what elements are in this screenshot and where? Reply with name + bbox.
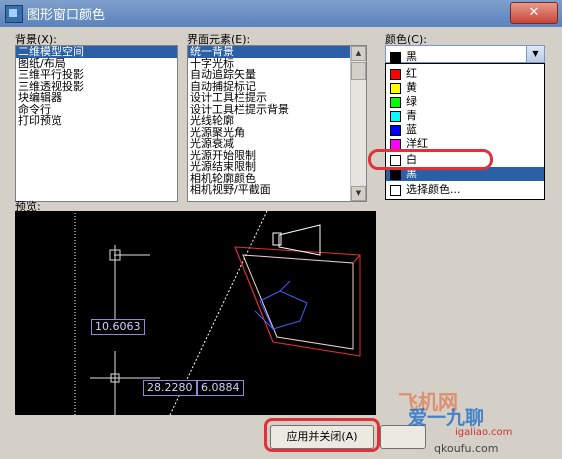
elements-scrollbar[interactable]: ▲ ▼ bbox=[350, 46, 366, 201]
background-listbox[interactable]: 二维模型空间 图纸/布局 三维平行投影 三维透视投影 块编辑器 命令行 打印预览 bbox=[15, 45, 178, 202]
dimension-input-3: 6.0884 bbox=[197, 380, 244, 396]
color-option[interactable]: 青 bbox=[386, 109, 544, 123]
background-item[interactable]: 打印预览 bbox=[16, 115, 177, 127]
scroll-up-icon[interactable]: ▲ bbox=[351, 46, 366, 61]
dimension-input-2: 28.2280 bbox=[143, 380, 197, 396]
light-frustum-inner bbox=[242, 254, 354, 350]
color-option-label: 选择颜色... bbox=[406, 183, 461, 196]
interface-element-item[interactable]: 统一背景 bbox=[188, 46, 350, 58]
color-option-label: 蓝 bbox=[406, 123, 417, 136]
interface-elements-listbox[interactable]: 统一背景 十字光标 自动追踪矢量 自动捕捉标记 设计工具栏提示 设计工具栏提示背景 光线轮廓… bbox=[187, 45, 367, 202]
close-button[interactable]: ✕ bbox=[510, 2, 558, 24]
color-option-label: 绿 bbox=[406, 95, 417, 108]
dropdown-arrow-icon[interactable]: ▼ bbox=[526, 46, 544, 62]
interface-element-item[interactable]: 光线轮廓 bbox=[188, 115, 350, 127]
highlight-ring-white-option bbox=[368, 149, 493, 170]
background-item[interactable]: 块编辑器 bbox=[16, 92, 177, 104]
color-option[interactable]: 红 bbox=[386, 67, 544, 81]
light-frustum-red bbox=[234, 246, 361, 357]
interface-element-item[interactable]: 光源衰减 bbox=[188, 138, 350, 150]
background-item[interactable]: 三维平行投影 bbox=[16, 69, 177, 81]
color-swatch-icon bbox=[390, 138, 401, 150]
color-swatch-icon bbox=[390, 68, 401, 80]
color-dropdown-list[interactable]: 红黄绿青蓝洋红白黑选择颜色... bbox=[385, 63, 545, 200]
app-icon bbox=[5, 5, 23, 23]
dimension-input-1: 10.6063 bbox=[91, 319, 145, 335]
scroll-thumb[interactable] bbox=[351, 62, 366, 80]
frustum-edge-2 bbox=[352, 254, 361, 264]
color-option[interactable]: 黄 bbox=[386, 81, 544, 95]
color-option[interactable]: 蓝 bbox=[386, 123, 544, 137]
interface-element-item[interactable]: 相机视野/平截面 bbox=[188, 184, 350, 196]
frustum-edge-1 bbox=[234, 246, 274, 343]
interface-element-item[interactable]: 自动追踪矢量 bbox=[188, 69, 350, 81]
watermark-text-3: igaliao.com bbox=[455, 427, 513, 438]
interface-element-item[interactable]: 光源结束限制 bbox=[188, 161, 350, 173]
scroll-down-icon[interactable]: ▼ bbox=[351, 186, 366, 201]
window-title: 图形窗口颜色 bbox=[27, 8, 106, 23]
elements-items: 统一背景 十字光标 自动追踪矢量 自动捕捉标记 设计工具栏提示 设计工具栏提示背景 光线轮廓… bbox=[188, 46, 350, 196]
color-swatch-icon bbox=[390, 184, 401, 196]
color-combobox[interactable]: 黑 ▼ bbox=[385, 45, 545, 63]
title-bar: 图形窗口颜色 ✕ bbox=[0, 0, 562, 27]
color-option[interactable]: 选择颜色... bbox=[386, 183, 544, 197]
background-item[interactable]: 二维模型空间 bbox=[16, 46, 177, 58]
watermark-text-2: 爱一九聊 bbox=[408, 407, 485, 429]
selected-color-swatch bbox=[390, 51, 401, 63]
watermark-text-4: qkoufu.com bbox=[434, 442, 499, 455]
color-option[interactable]: 绿 bbox=[386, 95, 544, 109]
color-swatch-icon bbox=[390, 168, 401, 180]
selected-color-name: 黑 bbox=[406, 50, 417, 63]
color-option-label: 青 bbox=[406, 109, 417, 122]
camera-line-2 bbox=[279, 280, 291, 292]
color-swatch-icon bbox=[390, 110, 401, 122]
interface-element-item[interactable]: 设计工具栏提示 bbox=[188, 92, 350, 104]
preview-canvas: 10.6063 28.2280 6.0884 bbox=[15, 211, 376, 415]
color-option-label: 黄 bbox=[406, 81, 417, 94]
color-swatch-icon bbox=[390, 96, 401, 108]
combo-selected: 黑 bbox=[390, 48, 417, 64]
color-swatch-icon bbox=[390, 82, 401, 94]
color-option-label: 红 bbox=[406, 67, 417, 80]
highlight-ring-apply-button bbox=[264, 418, 380, 452]
color-swatch-icon bbox=[390, 124, 401, 136]
